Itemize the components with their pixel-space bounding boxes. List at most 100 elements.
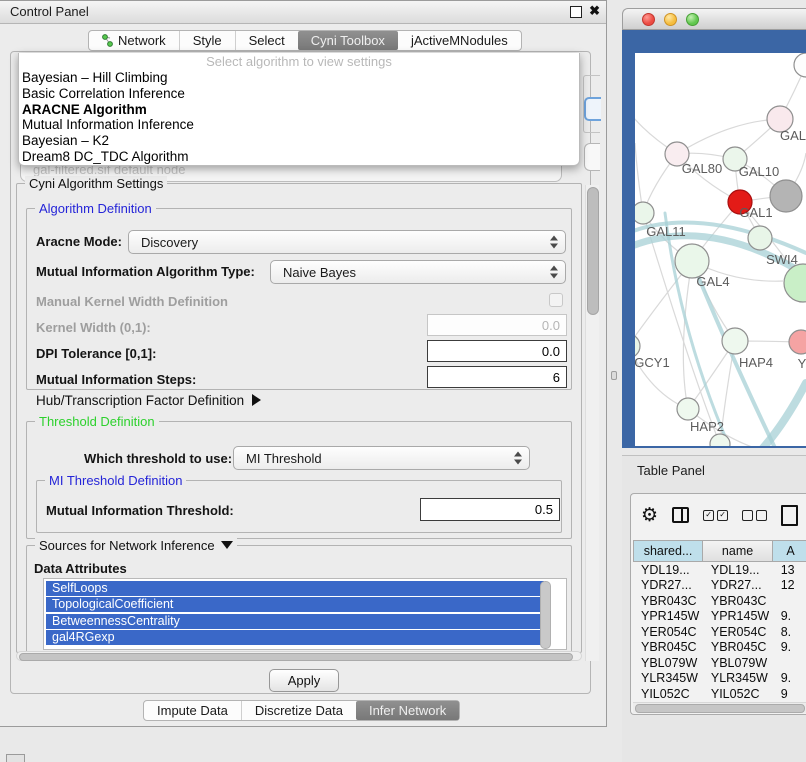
scrollbar-thumb[interactable] (587, 187, 599, 315)
tab-impute-data[interactable]: Impute Data (144, 701, 241, 720)
table-row[interactable]: YBL079WYBL079W (633, 655, 806, 671)
algorithm-placeholder: Select algorithm to view settings (19, 53, 579, 70)
mi-type-combo[interactable]: Naive Bayes (270, 260, 566, 284)
network-window-titlebar[interactable] (622, 8, 806, 30)
control-panel-titlebar[interactable]: Control Panel ✖ (0, 1, 606, 24)
table-cell: 9. (773, 609, 806, 623)
tab-select[interactable]: Select (235, 31, 298, 50)
table-cell: 9 (773, 687, 806, 701)
manual-kernel-checkbox[interactable] (549, 293, 563, 307)
mac-minimize-button[interactable] (664, 13, 677, 26)
table-cell: YDL19... (703, 563, 773, 577)
kernel-width-field[interactable] (427, 314, 567, 336)
tab-cyni-toolbox[interactable]: Cyni Toolbox (298, 31, 398, 50)
float-window-icon[interactable] (570, 6, 582, 18)
table-row[interactable]: YDR27...YDR27...12 (633, 578, 806, 594)
network-canvas[interactable]: GALGAL80GAL10GAL1GAL11SWI4GAL4GCY1HAP4YH… (635, 53, 806, 446)
hub-definition-toggle[interactable]: Hub/Transcription Factor Definition (36, 393, 261, 408)
document-icon[interactable] (781, 505, 798, 526)
tab-network[interactable]: Network (89, 31, 179, 50)
stepper-arrows-icon (514, 452, 522, 465)
table-row[interactable]: YLR345WYLR345W9. (633, 671, 806, 687)
aracne-mode-combo[interactable]: Discovery (128, 230, 566, 254)
tab-style[interactable]: Style (179, 31, 235, 50)
minimized-panel-icon[interactable] (6, 754, 25, 762)
node-label-gal80: GAL80 (682, 161, 722, 176)
network-edge-highlighted[interactable] (763, 383, 806, 446)
attribute-list-item[interactable]: gal4RGexp (46, 630, 544, 645)
unchecked-columns-icon[interactable] (742, 510, 767, 521)
settings-horizontal-scrollbar[interactable] (16, 651, 582, 661)
aracne-mode-label: Aracne Mode: (36, 234, 122, 249)
node-label-gal1: GAL1 (739, 205, 772, 220)
algorithm-option[interactable]: Dream8 DC_TDC Algorithm (19, 149, 579, 165)
network-icon (102, 34, 113, 47)
table-cell: YBR045C (633, 640, 703, 654)
attribute-list-item[interactable]: SelfLoops (46, 581, 544, 596)
network-node-gray-node[interactable] (770, 180, 802, 212)
network-node-gal4[interactable] (675, 244, 709, 278)
mi-type-value: Naive Bayes (283, 265, 356, 280)
mac-zoom-button[interactable] (686, 13, 699, 26)
apply-button[interactable]: Apply (269, 669, 339, 692)
table-row[interactable]: YER054CYER054C8. (633, 624, 806, 640)
table-cell: YBL079W (633, 656, 703, 670)
data-attributes-list[interactable]: SelfLoopsTopologicalCoefficient Betweenne… (43, 578, 567, 650)
algorithm-list: Bayesian – Hill ClimbingBasic Correlatio… (19, 70, 579, 165)
network-node-hap2[interactable] (677, 398, 699, 420)
table-row[interactable]: YBR043CYBR043C (633, 593, 806, 609)
settings-vertical-scrollbar[interactable] (585, 185, 599, 661)
tab-discretize-data[interactable]: Discretize Data (241, 701, 356, 720)
hidden-focused-combo-fragment (584, 97, 601, 121)
network-node-swi4[interactable] (748, 226, 772, 250)
algorithm-option[interactable]: Mutual Information Inference (19, 117, 579, 133)
which-threshold-combo[interactable]: MI Threshold (233, 446, 530, 470)
column-header-A[interactable]: A (773, 540, 806, 562)
split-view-icon[interactable] (672, 507, 689, 523)
table-row[interactable]: YIL052CYIL052C9 (633, 686, 806, 702)
scrollbar-thumb[interactable] (19, 653, 573, 661)
checked-columns-icon[interactable]: ✓✓ (703, 510, 728, 521)
network-node-top-partial[interactable] (794, 53, 806, 77)
close-icon[interactable]: ✖ (589, 3, 600, 19)
sources-toggle[interactable]: Sources for Network Inference (35, 538, 237, 553)
mi-steps-label: Mutual Information Steps: (36, 372, 196, 387)
hub-definition-label: Hub/Transcription Factor Definition (36, 393, 244, 408)
network-node-big-green[interactable] (784, 264, 806, 302)
algorithm-option[interactable]: Bayesian – Hill Climbing (19, 70, 579, 86)
algorithm-option[interactable]: Basic Correlation Inference (19, 86, 579, 102)
node-label-hap2: HAP2 (690, 419, 724, 434)
scrollbar-thumb[interactable] (635, 704, 805, 713)
mi-threshold-field[interactable] (420, 498, 560, 521)
attribute-list-item[interactable]: BetweennessCentrality (46, 614, 544, 629)
splitter-handle[interactable] (611, 371, 617, 380)
tab-infer-network[interactable]: Infer Network (356, 701, 459, 720)
network-node-salmon[interactable] (789, 330, 806, 354)
column-header-name[interactable]: name (703, 540, 773, 562)
algorithm-option[interactable]: ARACNE Algorithm (19, 102, 579, 118)
network-node-gal11[interactable] (635, 202, 654, 224)
tab-jactivemnodules[interactable]: jActiveMNodules (398, 31, 521, 50)
mi-steps-field[interactable] (427, 366, 567, 388)
algorithm-option[interactable]: Bayesian – K2 (19, 133, 579, 149)
table-row[interactable]: YBR045CYBR045C9. (633, 640, 806, 656)
dpi-tolerance-field[interactable] (427, 340, 567, 362)
network-node-hap4[interactable] (722, 328, 748, 354)
table-horizontal-scrollbar[interactable] (633, 702, 806, 713)
gear-icon[interactable]: ⚙ (641, 506, 658, 525)
table-header-row: shared...nameA (633, 540, 806, 562)
stepper-arrows-icon (550, 266, 558, 279)
node-label-pink-top: GAL (780, 128, 806, 143)
table-cell: YDR27... (703, 578, 773, 592)
table-cell: YPR145W (703, 609, 773, 623)
mi-threshold-group-title: MI Threshold Definition (45, 473, 186, 488)
attribute-list-item[interactable]: TopologicalCoefficient (46, 597, 544, 612)
table-row[interactable]: YPR145WYPR145W9. (633, 609, 806, 625)
mac-close-button[interactable] (642, 13, 655, 26)
mi-type-label: Mutual Information Algorithm Type: (36, 264, 255, 279)
column-header-shared[interactable]: shared... (633, 540, 703, 562)
node-table: shared...nameA YDL19...YDL19...13YDR27..… (633, 540, 806, 702)
table-row[interactable]: YDL19...YDL19...13 (633, 562, 806, 578)
attributes-scrollbar[interactable] (540, 581, 551, 649)
table-cell: YBL079W (703, 656, 773, 670)
